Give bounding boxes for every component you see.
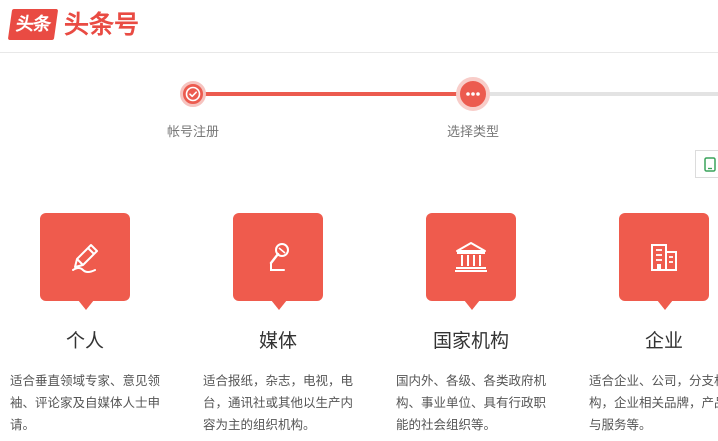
account-type-title: 国家机构 xyxy=(432,330,509,352)
step-label-register: 帐号注册 xyxy=(166,125,219,140)
pencil-icon xyxy=(72,244,98,273)
tablet-icon xyxy=(704,157,716,172)
microphone-icon xyxy=(269,243,289,271)
top-header: 头条 头条号 xyxy=(0,0,718,53)
office-building-icon xyxy=(651,244,677,271)
stepper-track-remaining xyxy=(473,92,718,96)
stepper-track-completed xyxy=(193,92,473,96)
account-type-title: 个人 xyxy=(65,330,104,352)
page: 头条 头条号 帐号注册 选择类型 个人 适合垂直领域专家、意见领袖、评论家及自媒… xyxy=(0,0,718,441)
account-type-title: 企业 xyxy=(644,330,683,352)
account-type-tile[interactable] xyxy=(426,213,516,310)
account-type-description: 适合垂直领域专家、意见领袖、评论家及自媒体人士申请。 xyxy=(10,373,161,432)
side-tool-button[interactable] xyxy=(695,150,718,178)
account-type-description: 适合报纸，杂志，电视，电台，通讯社或其他以生产内容为主的组织机构。 xyxy=(203,373,354,432)
ellipsis-icon xyxy=(466,92,480,96)
account-type-description: 国内外、各级、各类政府机构、事业单位、具有行政职能的社会组织等。 xyxy=(396,373,547,432)
account-type-description: 适合企业、公司，分支机构，企业相关品牌，产品与服务等。 xyxy=(589,373,718,432)
logo-badge[interactable]: 头条 xyxy=(7,9,59,40)
step-label-choose-type: 选择类型 xyxy=(446,125,499,140)
step-done-node xyxy=(180,81,206,107)
account-type-tile[interactable] xyxy=(619,213,709,310)
account-type-tile[interactable] xyxy=(40,213,130,310)
account-type-tile[interactable] xyxy=(233,213,323,310)
account-type-title: 媒体 xyxy=(258,330,297,352)
logo-text[interactable]: 头条号 xyxy=(64,9,139,40)
government-building-icon xyxy=(455,242,487,272)
checkmark-icon xyxy=(185,86,201,102)
step-current-node xyxy=(456,77,490,111)
